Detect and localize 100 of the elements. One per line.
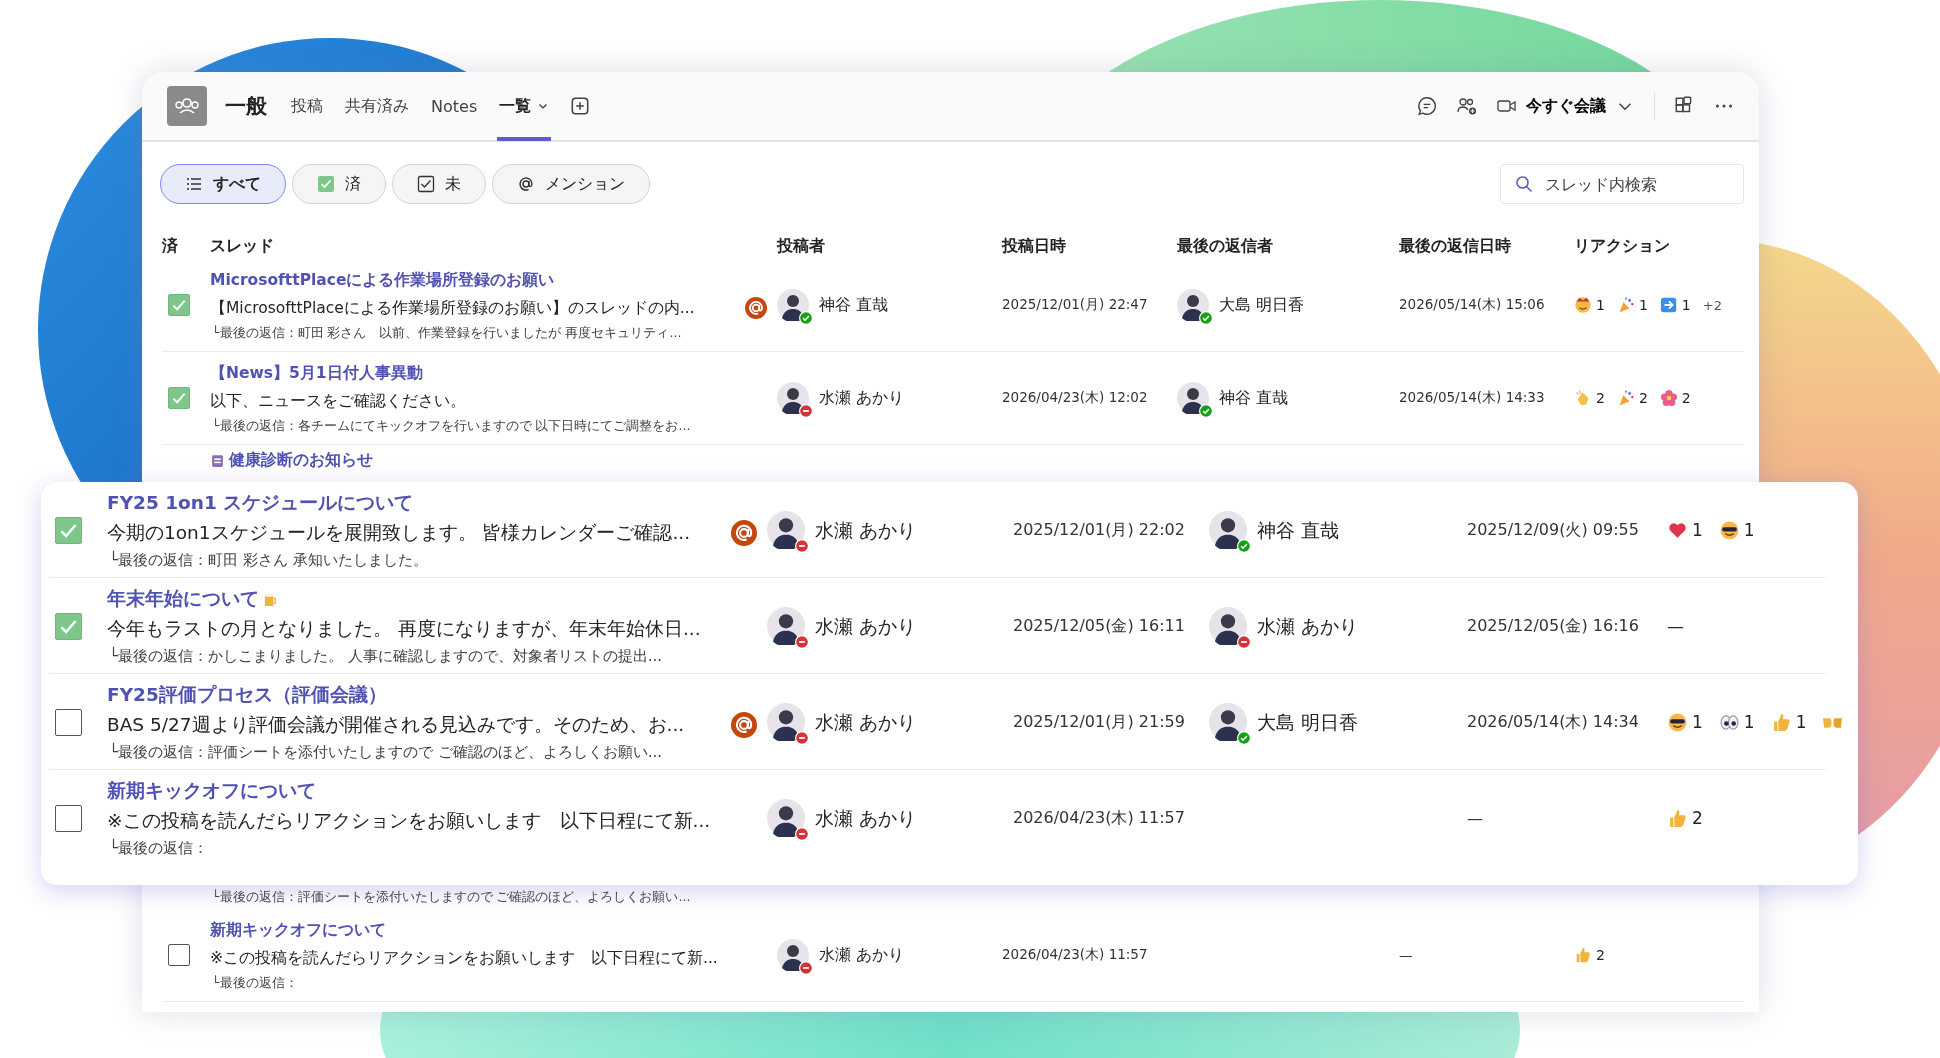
- last-reply-text: └最後の返信：かしこまりました。 人事に確認しますので、対象者リストの提出...: [108, 645, 664, 667]
- person-name: 水瀬 あかり: [815, 518, 916, 543]
- checked-box-icon: [317, 175, 335, 193]
- posted-time: 2026/04/23(木) 12:02: [1002, 389, 1148, 405]
- thread-title-link[interactable]: 健康診断のお知らせ: [229, 447, 373, 473]
- column-header: スレッド: [210, 236, 274, 255]
- at-sign-icon: [517, 175, 535, 193]
- checkbox[interactable]: [55, 708, 82, 736]
- last-reply-time: 2026/05/14(木) 14:33: [1399, 389, 1545, 405]
- thread-title-link[interactable]: 新期キックオフについて: [107, 777, 316, 805]
- last-reply-text: └最後の返信：: [211, 974, 299, 992]
- thread-title-link[interactable]: FY25評価プロセス（評価会議）: [107, 681, 387, 709]
- filter-chip[interactable]: 済: [292, 164, 386, 204]
- tab[interactable]: Notes: [429, 72, 480, 141]
- avatar-icon: [767, 799, 805, 837]
- reaction-count: 1: [1681, 297, 1691, 313]
- thumbs-up-icon: [1574, 946, 1592, 964]
- thread-title-link[interactable]: FY25 1on1 スケジュールについて: [107, 489, 414, 517]
- person-name: 水瀬 あかり: [1257, 614, 1358, 639]
- thread-title-link[interactable]: 年末年始について: [107, 585, 259, 613]
- last-reply-time: —: [1467, 808, 1483, 828]
- avatar-icon: [1209, 703, 1247, 741]
- posted-time: 2025/12/01(月) 22:47: [1002, 296, 1148, 312]
- reaction-count: 1: [1743, 520, 1755, 540]
- tab[interactable]: 一覧: [497, 72, 552, 141]
- person-name: 大島 明日香: [1219, 294, 1304, 316]
- avatar-icon: [1209, 607, 1247, 645]
- avatar-icon: [777, 939, 809, 971]
- checkbox[interactable]: [55, 516, 82, 544]
- search-icon: [1514, 174, 1534, 194]
- column-header: 最後の返信日時: [1399, 236, 1511, 255]
- reaction-count: 1: [1743, 712, 1755, 732]
- message-preview: 今期の1on1スケジュールを展開致します。 皆様カレンダーご確認...: [107, 521, 691, 545]
- last-reply-time: 2025/12/09(火) 09:55: [1467, 519, 1639, 539]
- posted-time: 2025/12/01(月) 22:02: [1013, 519, 1185, 539]
- person-name: 水瀬 あかり: [819, 387, 904, 409]
- message-preview: 【MicrosofttPlaceによる作業場所登録のお願い】のスレッドの内...: [210, 298, 695, 319]
- tab[interactable]: 投稿: [289, 72, 325, 141]
- team-icon: [167, 86, 207, 126]
- sunglasses-face-icon: [1718, 519, 1740, 541]
- posted-time: 2025/12/01(月) 21:59: [1013, 711, 1185, 731]
- no-reactions-text: —: [1667, 616, 1684, 636]
- tab[interactable]: 共有済み: [343, 72, 411, 141]
- checkbox[interactable]: [55, 612, 82, 640]
- avatar-icon: [767, 511, 805, 549]
- last-reply-time: 2026/05/14(木) 15:06: [1399, 296, 1545, 312]
- reaction-count: 2: [1596, 947, 1605, 963]
- checkbox[interactable]: [168, 294, 190, 316]
- message-preview: 以下、ニュースをご確認ください。: [210, 391, 466, 412]
- avatar-icon: [1177, 382, 1209, 414]
- last-reply-text: └最後の返信：評価シートを添付いたしますので ご確認のほど、よろしくお願い...: [108, 741, 664, 763]
- message-preview: BAS 5/27週より評価会議が開催される見込みです。そのため、お...: [107, 713, 685, 737]
- filter-chip[interactable]: 未: [392, 164, 486, 204]
- column-header: 済: [162, 236, 178, 255]
- channel-name: 一般: [225, 93, 267, 120]
- last-reply-text: └最後の返信：評価シートを添付いたしますので ご確認のほど、よろしくお願い...: [211, 888, 692, 906]
- person-name: 水瀬 あかり: [815, 614, 916, 639]
- posted-time: 2025/12/05(金) 16:11: [1013, 615, 1185, 635]
- thumbs-up-icon: [1667, 807, 1688, 829]
- meet-now-button[interactable]: 今すぐ会議: [1496, 95, 1636, 117]
- person-name: 水瀬 あかり: [819, 944, 904, 966]
- person-name: 大島 明日香: [1257, 710, 1358, 735]
- last-reply-text: └最後の返信：: [108, 837, 210, 859]
- message-preview: ※この投稿を読んだらリアクションをお願いします 以下日程にて新...: [107, 809, 711, 833]
- thread-title-link[interactable]: 【News】5月1日付人事異動: [210, 360, 423, 386]
- checkbox[interactable]: [168, 944, 190, 966]
- more-reactions-count[interactable]: +2: [1702, 297, 1722, 313]
- last-reply-time: —: [1399, 947, 1413, 963]
- thread-title-link[interactable]: 新期キックオフについて: [210, 917, 386, 943]
- reaction-count: 1: [1596, 297, 1605, 313]
- checkbox[interactable]: [55, 804, 82, 832]
- avatar-icon: [767, 607, 805, 645]
- reaction-count: 2: [1681, 390, 1691, 406]
- person-name: 神谷 直哉: [819, 294, 888, 316]
- last-reply-text: └最後の返信：各チームにてキックオフを行いますので 以下日時にてご調整をお...: [211, 417, 692, 435]
- person-name: 水瀬 あかり: [815, 806, 916, 831]
- checkbox[interactable]: [168, 387, 190, 409]
- flower-icon: [1659, 389, 1678, 407]
- beer-mug-icon: [263, 591, 278, 607]
- reaction-count: 1: [1638, 297, 1648, 313]
- search-field[interactable]: スレッド内検索: [1500, 164, 1744, 204]
- reaction-count: 1: [1795, 712, 1807, 732]
- person-name: 神谷 直哉: [1219, 387, 1288, 409]
- person-name: 神谷 直哉: [1257, 518, 1339, 543]
- column-header: リアクション: [1574, 236, 1670, 255]
- add-people-icon[interactable]: [1456, 95, 1478, 117]
- posted-time: 2026/04/23(木) 11:57: [1002, 946, 1148, 962]
- avatar-icon: [1177, 289, 1209, 321]
- filter-chip[interactable]: すべて: [160, 164, 286, 204]
- avatar-icon: [777, 382, 809, 414]
- avatar-icon: [777, 289, 809, 321]
- reaction-count: 2: [1596, 390, 1605, 406]
- chat-icon[interactable]: [1416, 95, 1438, 117]
- filter-chip[interactable]: メンション: [492, 164, 650, 204]
- sunglasses-face-icon: [1667, 711, 1688, 733]
- last-reply-text: └最後の返信：町田 彩さん 以前、作業登録を行いましたが 再度セキュリティ...: [211, 324, 683, 342]
- column-header: 投稿者: [777, 236, 825, 255]
- column-header: 最後の返信者: [1177, 236, 1273, 255]
- thread-title-link[interactable]: MicrosofttPlaceによる作業場所登録のお願い: [210, 267, 555, 293]
- reaction-count: 2: [1638, 390, 1648, 406]
